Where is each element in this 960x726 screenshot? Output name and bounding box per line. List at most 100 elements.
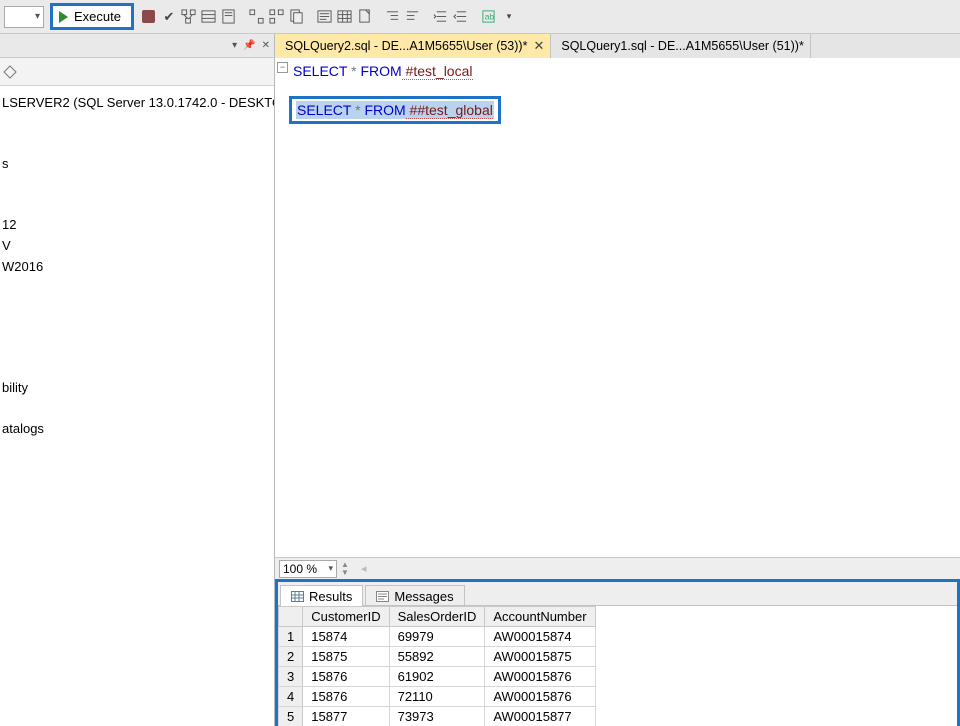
cell[interactable]: 15874	[303, 627, 389, 647]
toolbar-overflow[interactable]: ▾	[500, 8, 518, 26]
cell[interactable]: 15876	[303, 667, 389, 687]
cell[interactable]: 15875	[303, 647, 389, 667]
object-explorer-tree[interactable]: LSERVER2 (SQL Server 13.0.1742.0 - DESKT…	[0, 86, 274, 726]
row-number[interactable]: 3	[279, 667, 303, 687]
code-line-1[interactable]: SELECT * FROM #test_local	[293, 62, 960, 80]
parse-button[interactable]: ✔	[160, 8, 178, 26]
cell[interactable]: AW00015876	[485, 687, 595, 707]
document-tab[interactable]: SQLQuery1.sql - DE...A1M5655\User (51))*	[551, 34, 810, 58]
results-text-button[interactable]	[316, 8, 334, 26]
close-icon[interactable]: ✕	[260, 40, 272, 51]
query-options-button[interactable]	[200, 8, 218, 26]
results-grid-button[interactable]	[336, 8, 354, 26]
tab-close-icon[interactable]: ✕	[533, 38, 544, 54]
cell[interactable]: 15876	[303, 687, 389, 707]
panel-menu-icon[interactable]: ▾	[230, 40, 239, 51]
column-header[interactable]: AccountNumber	[485, 607, 595, 627]
row-number[interactable]: 1	[279, 627, 303, 647]
tree-item[interactable]: 12	[0, 214, 274, 235]
estimated-plan-button[interactable]	[180, 8, 198, 26]
results-tabs: Results Messages	[278, 582, 957, 606]
svg-text:ab: ab	[485, 11, 495, 21]
doc-icon	[221, 9, 236, 24]
main-toolbar: Execute ✔ ab ▾	[0, 0, 960, 34]
connect-icon[interactable]	[2, 64, 18, 80]
play-icon	[59, 11, 68, 23]
tab-label: SQLQuery2.sql - DE...A1M5655\User (53))*	[285, 39, 527, 53]
specify-values-button[interactable]: ab	[480, 8, 498, 26]
cell[interactable]: 72110	[389, 687, 485, 707]
out-icon	[453, 9, 468, 24]
intellisense-button[interactable]	[220, 8, 238, 26]
grid2-icon	[337, 9, 352, 24]
zoom-bar: 100 % ▲▼ ◂	[275, 557, 960, 579]
outdent-button[interactable]	[452, 8, 470, 26]
results-grid[interactable]: CustomerIDSalesOrderIDAccountNumber 1158…	[278, 606, 596, 726]
tree-item[interactable]: V	[0, 235, 274, 256]
table-row[interactable]: 51587773973AW00015877	[279, 707, 596, 726]
plan-icon	[181, 9, 196, 24]
table-row[interactable]: 11587469979AW00015874	[279, 627, 596, 647]
column-header[interactable]: CustomerID	[303, 607, 389, 627]
uncomment-button[interactable]	[404, 8, 422, 26]
cell[interactable]: 15877	[303, 707, 389, 726]
tab-label: SQLQuery1.sql - DE...A1M5655\User (51))*	[561, 39, 803, 53]
table-row[interactable]: 21587555892AW00015875	[279, 647, 596, 667]
document-tab[interactable]: SQLQuery2.sql - DE...A1M5655\User (53))*…	[275, 34, 551, 58]
column-header[interactable]: SalesOrderID	[389, 607, 485, 627]
tree-item[interactable]: W2016	[0, 256, 274, 277]
tree-item[interactable]: bility	[0, 377, 274, 398]
tree-item[interactable]	[0, 277, 274, 297]
tree-item[interactable]	[0, 337, 274, 357]
cell[interactable]: 61902	[389, 667, 485, 687]
cell[interactable]: AW00015874	[485, 627, 595, 647]
zoom-stepper[interactable]: ▲▼	[341, 561, 353, 577]
ind-icon	[433, 9, 448, 24]
database-dropdown[interactable]	[4, 6, 44, 28]
table-row[interactable]: 31587661902AW00015876	[279, 667, 596, 687]
cell[interactable]: AW00015875	[485, 647, 595, 667]
actual-plan-button[interactable]	[248, 8, 266, 26]
client-stats-button[interactable]	[288, 8, 306, 26]
outdent-icon	[405, 9, 420, 24]
tree-item[interactable]: atalogs	[0, 418, 274, 439]
stop-icon	[142, 10, 155, 23]
fold-toggle[interactable]: −	[277, 62, 288, 73]
doc2-icon	[289, 9, 304, 24]
tab-results-label: Results	[309, 589, 352, 604]
tree-item[interactable]: s	[0, 153, 274, 174]
tree-item[interactable]	[0, 357, 274, 377]
pin-icon[interactable]: 📌	[241, 40, 257, 51]
sql-editor[interactable]: − SELECT * FROM #test_local SELECT * FRO…	[275, 58, 960, 557]
comment-button[interactable]	[384, 8, 402, 26]
cell[interactable]: 73973	[389, 707, 485, 726]
tree-item[interactable]	[0, 297, 274, 317]
row-header-blank	[279, 607, 303, 627]
tab-results[interactable]: Results	[280, 585, 363, 606]
tree-item[interactable]	[0, 174, 274, 214]
row-number[interactable]: 5	[279, 707, 303, 726]
code-line-2[interactable]: SELECT * FROM ##test_global	[296, 101, 494, 119]
cell[interactable]: 69979	[389, 627, 485, 647]
scroll-left-icon[interactable]: ◂	[361, 562, 367, 575]
document-tabs: SQLQuery2.sql - DE...A1M5655\User (53))*…	[275, 34, 960, 58]
results-panel: Results Messages CustomerIDSalesOrderIDA…	[275, 579, 960, 726]
row-number[interactable]: 4	[279, 687, 303, 707]
cell[interactable]: AW00015876	[485, 667, 595, 687]
tree-item[interactable]	[0, 317, 274, 337]
stop-button[interactable]	[140, 8, 158, 26]
live-stats-button[interactable]	[268, 8, 286, 26]
messages-icon	[376, 591, 389, 602]
cell[interactable]: AW00015877	[485, 707, 595, 726]
execute-button[interactable]: Execute	[50, 3, 134, 30]
zoom-dropdown[interactable]: 100 %	[279, 560, 337, 578]
tab-messages[interactable]: Messages	[365, 585, 464, 606]
tree-item[interactable]	[0, 398, 274, 418]
indent-button[interactable]	[432, 8, 450, 26]
row-number[interactable]: 2	[279, 647, 303, 667]
tree-server-node[interactable]: LSERVER2 (SQL Server 13.0.1742.0 - DESKT…	[0, 92, 274, 113]
cell[interactable]: 55892	[389, 647, 485, 667]
results-file-button[interactable]	[356, 8, 374, 26]
zoom-value: 100 %	[283, 562, 317, 576]
table-row[interactable]: 41587672110AW00015876	[279, 687, 596, 707]
